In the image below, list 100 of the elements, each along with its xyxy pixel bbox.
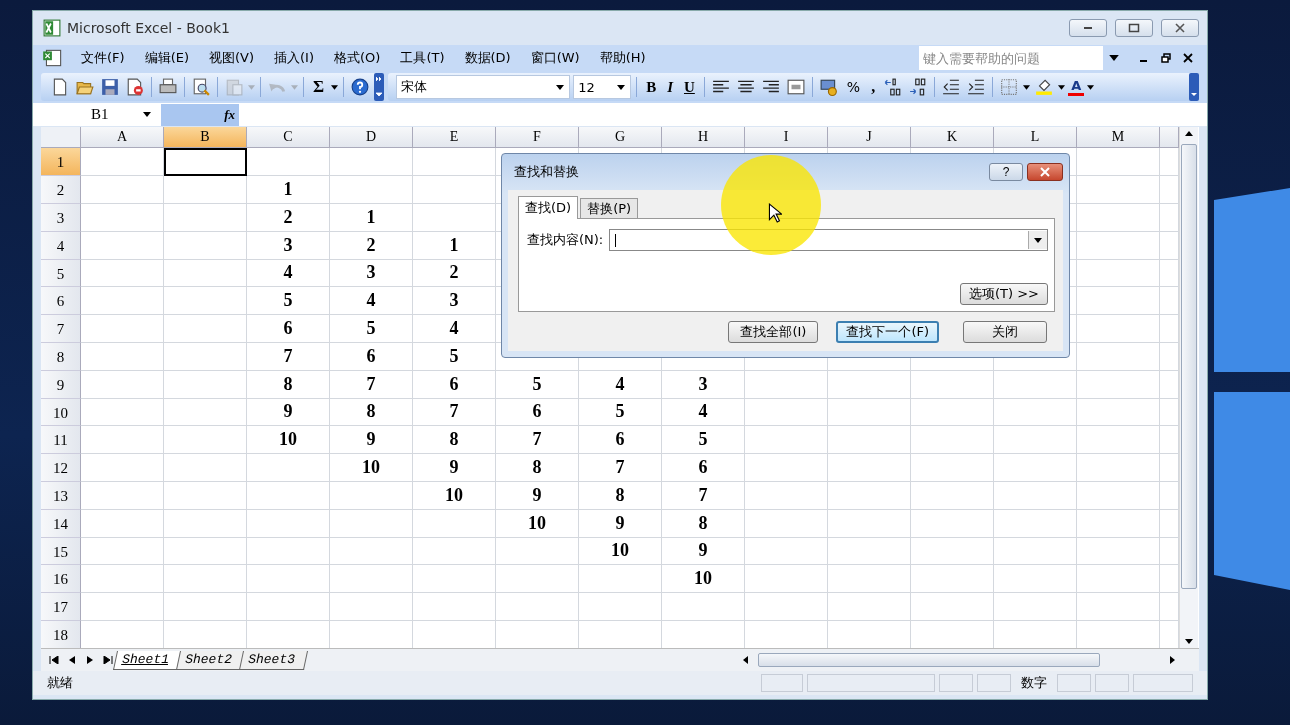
comma-style-button[interactable]: ,	[867, 78, 880, 97]
help-button[interactable]: ?	[989, 163, 1023, 182]
sheet-tab[interactable]: Sheet1	[113, 650, 182, 670]
row-header[interactable]: 8	[41, 342, 81, 371]
dialog-button[interactable]: 关闭	[963, 321, 1047, 344]
scroll-up-icon[interactable]	[1185, 131, 1193, 137]
row-header[interactable]: 1	[41, 148, 81, 177]
currency-icon[interactable]	[819, 78, 838, 97]
font-size-dropdown[interactable]: 12	[573, 75, 632, 100]
previous-sheet-icon[interactable]	[67, 656, 77, 665]
column-header[interactable]: A	[81, 127, 164, 149]
vertical-scrollbar[interactable]	[1179, 127, 1198, 649]
dropdown-button[interactable]	[1028, 231, 1047, 250]
row-header[interactable]: 14	[41, 509, 81, 538]
print-preview-icon[interactable]	[192, 78, 210, 97]
menu-item[interactable]: 数据(D)	[454, 49, 521, 68]
menu-item[interactable]: 格式(O)	[324, 49, 391, 68]
menu-item[interactable]: 帮助(H)	[589, 49, 656, 68]
save-icon[interactable]	[101, 78, 119, 97]
fill-color-icon[interactable]	[1035, 78, 1054, 97]
column-header[interactable]: D	[330, 127, 413, 149]
font-color-button[interactable]: A	[1068, 78, 1085, 97]
dropdown-arrow-icon[interactable]	[1109, 55, 1119, 62]
close-workbook-icon[interactable]	[1183, 53, 1193, 64]
row-header[interactable]: 12	[41, 454, 81, 482]
dialog-tab[interactable]: 替换(P)	[580, 198, 639, 219]
minimize-button[interactable]	[1069, 18, 1107, 37]
help-icon[interactable]	[351, 78, 370, 97]
row-header[interactable]: 6	[41, 287, 81, 316]
row-header[interactable]: 2	[41, 176, 81, 204]
next-sheet-icon[interactable]	[85, 656, 95, 665]
merge-center-icon[interactable]	[786, 78, 805, 97]
autosum-button[interactable]: Σ	[309, 77, 329, 98]
row-header[interactable]: 16	[41, 565, 81, 594]
dropdown-arrow-icon[interactable]	[1023, 84, 1031, 90]
row-header[interactable]: 18	[41, 620, 81, 649]
active-cell[interactable]	[164, 148, 247, 177]
underline-button[interactable]: U	[680, 78, 699, 96]
row-header[interactable]: 3	[41, 203, 81, 232]
column-header[interactable]: K	[911, 127, 994, 149]
column-header[interactable]: I	[745, 127, 828, 149]
column-header[interactable]: J	[828, 127, 911, 149]
new-document-icon[interactable]	[51, 78, 69, 97]
dropdown-arrow-icon[interactable]	[1058, 84, 1066, 90]
row-header[interactable]: 4	[41, 231, 81, 260]
menu-item[interactable]: 文件(F)	[71, 49, 135, 68]
row-header[interactable]: 11	[41, 426, 81, 455]
percent-button[interactable]: %	[842, 79, 865, 96]
column-header[interactable]: M	[1077, 127, 1160, 149]
menu-item[interactable]: 插入(I)	[264, 49, 324, 68]
scroll-right-icon[interactable]	[1170, 656, 1175, 665]
scroll-down-icon[interactable]	[1185, 639, 1193, 645]
dropdown-arrow-icon[interactable]	[331, 84, 339, 90]
bold-button[interactable]: B	[642, 78, 661, 96]
close-button[interactable]	[1027, 163, 1063, 182]
permission-icon[interactable]	[126, 78, 144, 97]
row-header[interactable]: 7	[41, 315, 81, 343]
row-header[interactable]: 13	[41, 481, 81, 510]
scroll-left-icon[interactable]	[743, 656, 748, 665]
sheet-tab[interactable]: Sheet2	[175, 650, 245, 670]
increase-decimal-icon[interactable]	[884, 78, 903, 97]
menu-item[interactable]: 工具(T)	[390, 49, 455, 68]
last-sheet-icon[interactable]	[103, 656, 113, 665]
scroll-thumb[interactable]	[758, 653, 1100, 668]
column-header[interactable]: E	[413, 127, 496, 149]
row-header[interactable]: 5	[41, 259, 81, 288]
decrease-decimal-icon[interactable]	[909, 78, 928, 97]
decrease-indent-icon[interactable]	[942, 78, 961, 97]
insert-function-button[interactable]: fx	[161, 103, 239, 126]
close-button[interactable]	[1161, 18, 1199, 37]
dialog-button[interactable]: 查找下一个(F)	[836, 321, 939, 344]
font-name-dropdown[interactable]: 宋体	[396, 75, 571, 100]
restore-button[interactable]	[1115, 18, 1153, 37]
row-header[interactable]: 17	[41, 593, 81, 621]
dialog-tab[interactable]: 查找(D)	[518, 196, 579, 220]
column-header[interactable]: G	[579, 127, 662, 149]
row-header[interactable]: 10	[41, 398, 81, 427]
row-header[interactable]: 15	[41, 537, 81, 566]
options-button[interactable]: 选项(T) >>	[960, 283, 1048, 306]
italic-button[interactable]: I	[663, 78, 677, 96]
table-cell: 9	[496, 481, 579, 510]
menu-item[interactable]: 视图(V)	[199, 49, 265, 68]
column-header[interactable]: H	[662, 127, 745, 149]
row-header[interactable]: 9	[41, 370, 81, 399]
menu-item[interactable]: 编辑(E)	[134, 49, 199, 68]
toolbar-options-icon[interactable]	[374, 73, 385, 102]
dialog-button[interactable]: 查找全部(I)	[728, 321, 819, 344]
column-header[interactable]: F	[496, 127, 579, 149]
restore-workbook-icon[interactable]	[1161, 53, 1171, 64]
column-header[interactable]: L	[994, 127, 1077, 149]
help-search-field[interactable]: 键入需要帮助的问题	[919, 46, 1103, 71]
menu-item[interactable]: 窗口(W)	[520, 49, 590, 68]
dropdown-arrow-icon[interactable]	[1087, 84, 1095, 90]
first-sheet-icon[interactable]	[49, 656, 59, 665]
scroll-thumb[interactable]	[1181, 144, 1197, 590]
column-header[interactable]: C	[247, 127, 330, 149]
toolbar-options-icon[interactable]	[1189, 73, 1199, 102]
sheet-tab[interactable]: Sheet3	[238, 650, 308, 670]
increase-indent-icon[interactable]	[967, 78, 986, 97]
column-header[interactable]: B	[164, 127, 247, 149]
